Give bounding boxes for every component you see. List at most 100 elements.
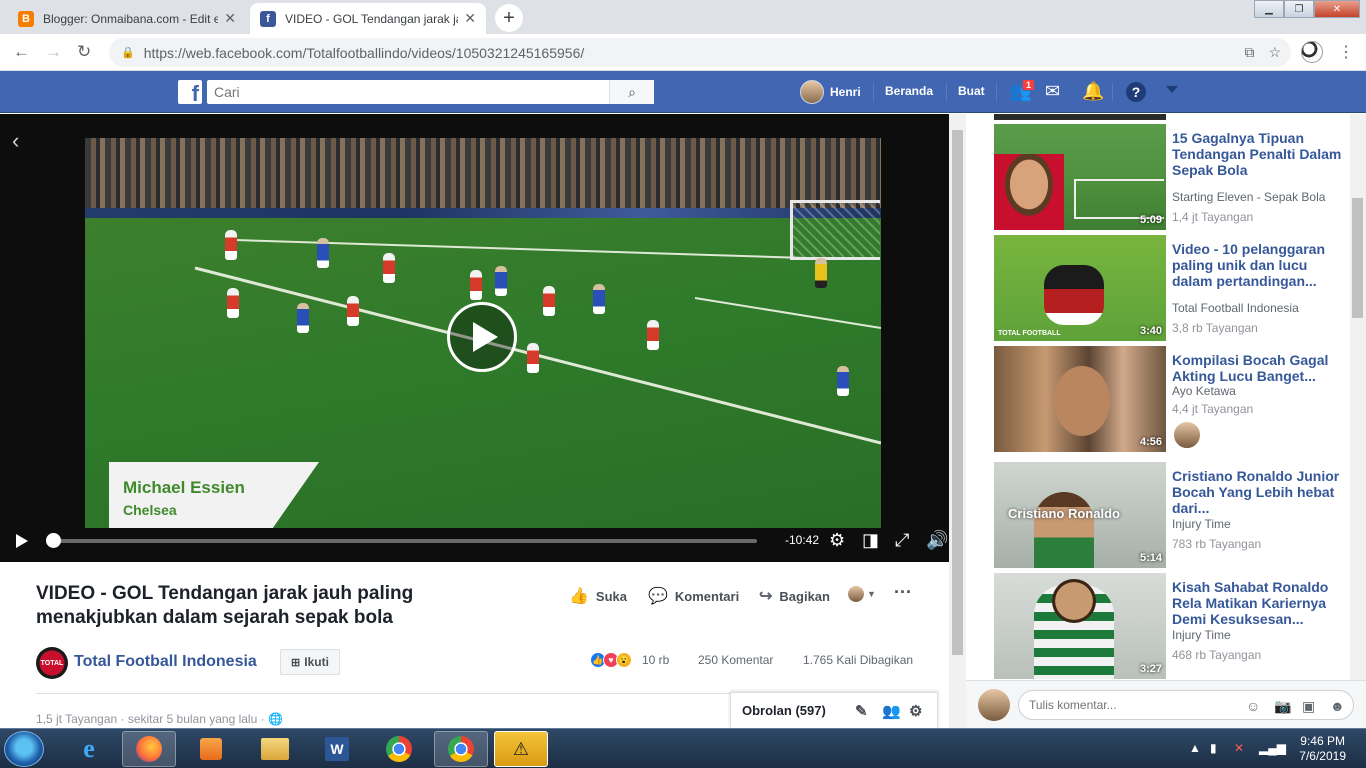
help-icon[interactable]: ? xyxy=(1126,82,1146,102)
create-link[interactable]: Buat xyxy=(958,84,985,98)
system-clock[interactable]: 9:46 PM 7/6/2019 xyxy=(1299,734,1346,764)
share-button[interactable]: ↪ Bagikan xyxy=(759,586,830,606)
related-video-channel[interactable]: Starting Eleven - Sepak Bola xyxy=(1172,190,1325,204)
progress-track[interactable] xyxy=(46,539,757,543)
chrome-menu-icon[interactable]: ⋮ xyxy=(1338,42,1354,62)
profile-link[interactable]: Henri xyxy=(800,80,861,104)
chat-bar[interactable]: Obrolan (597) ✎ 👥 ⚙ xyxy=(730,692,938,728)
chrome-active-window-icon[interactable] xyxy=(434,731,488,767)
chevron-left-icon[interactable]: ‹ xyxy=(12,128,19,154)
close-icon[interactable]: ✕ xyxy=(464,10,476,27)
settings-gear-icon[interactable]: ⚙ xyxy=(829,530,845,551)
camera-icon[interactable]: 📷 xyxy=(1274,698,1291,715)
related-video-item[interactable]: Cristiano Ronaldo 5:14 Cristiano Ronaldo… xyxy=(994,462,1339,568)
back-arrow-icon[interactable]: ← xyxy=(13,42,30,62)
play-button[interactable] xyxy=(447,302,517,372)
related-video-title[interactable]: Video - 10 pelanggaran paling unik dan l… xyxy=(1172,241,1344,289)
page-avatar[interactable]: TOTAL xyxy=(36,647,68,679)
search-icon[interactable]: ⌕ xyxy=(609,80,654,104)
reactions-count[interactable]: 10 rb xyxy=(642,653,669,667)
firefox-icon[interactable] xyxy=(122,731,176,767)
messenger-icon[interactable]: ✉ xyxy=(1045,81,1060,102)
related-video-channel[interactable]: Injury Time xyxy=(1172,517,1231,531)
video-thumbnail[interactable]: 5:09 xyxy=(994,124,1166,230)
warning-icon[interactable]: ⚠ xyxy=(494,731,548,767)
translate-icon[interactable]: ⧉ xyxy=(1244,44,1254,61)
chat-settings-gear-icon[interactable]: ⚙ xyxy=(909,702,922,720)
show-hidden-icons[interactable]: ▲ xyxy=(1189,741,1201,755)
related-video-title[interactable]: 15 Gagalnya Tipuan Tendangan Penalti Dal… xyxy=(1172,130,1344,178)
related-video-item[interactable]: 5:09 15 Gagalnya Tipuan Tendangan Penalt… xyxy=(994,124,1341,230)
related-video-title[interactable]: Kisah Sahabat Ronaldo Rela Matikan Karie… xyxy=(1172,579,1344,627)
video-player[interactable]: ‹ Michael Essien Chelsea -10:42 ⚙ ◨ ⤢ 🔊 xyxy=(0,114,949,562)
friend-avatar[interactable] xyxy=(1172,420,1202,450)
network-icon[interactable]: ✕ xyxy=(1234,741,1244,755)
start-button[interactable] xyxy=(4,731,44,767)
play-icon xyxy=(472,322,498,352)
home-link[interactable]: Beranda xyxy=(885,84,933,98)
word-icon[interactable]: W xyxy=(310,731,364,767)
comments-count[interactable]: 250 Komentar xyxy=(698,653,773,667)
video-thumbnail[interactable]: TOTAL FOOTBALL 3:40 xyxy=(994,235,1166,341)
reactions-icons[interactable]: 👍 ♥ 😮 xyxy=(590,652,632,668)
follow-button[interactable]: ⊞ Ikuti xyxy=(280,649,340,675)
video-thumbnail[interactable]: Cristiano Ronaldo 5:14 xyxy=(994,462,1166,568)
facebook-logo-icon[interactable]: f xyxy=(178,80,202,105)
close-icon[interactable]: ✕ xyxy=(224,10,236,27)
scrollbar-thumb[interactable] xyxy=(952,130,963,655)
thumbnail-face xyxy=(1054,366,1110,436)
video-thumbnail[interactable]: 3:27 xyxy=(994,573,1166,679)
minimize-button[interactable]: ▁ xyxy=(1254,0,1284,18)
related-video-item[interactable]: TOTAL FOOTBALL 3:40 Video - 10 pelanggar… xyxy=(994,235,1334,341)
related-video-channel[interactable]: Injury Time xyxy=(1172,628,1231,642)
new-message-icon[interactable]: ✎ xyxy=(855,702,868,720)
account-menu-caret-icon[interactable] xyxy=(1166,86,1178,93)
video-thumbnail[interactable]: 4:56 xyxy=(994,346,1166,452)
like-button[interactable]: 👍 Suka xyxy=(569,586,627,606)
related-video-item[interactable]: 3:27 Kisah Sahabat Ronaldo Rela Matikan … xyxy=(994,573,1334,679)
related-video-channel[interactable]: Total Football Indonesia xyxy=(1172,301,1299,315)
reload-icon[interactable]: ↻ xyxy=(77,42,91,62)
related-video-channel[interactable]: Ayo Ketawa xyxy=(1172,384,1236,398)
comment-button[interactable]: 💬 Komentari xyxy=(648,586,739,606)
main-scrollbar[interactable] xyxy=(949,114,966,728)
battery-icon[interactable]: ▮ xyxy=(1210,741,1217,755)
signal-icon[interactable]: ▂▄▆ xyxy=(1259,741,1286,755)
more-options-icon[interactable]: ··· xyxy=(894,582,912,603)
play-icon[interactable] xyxy=(16,534,28,548)
comment-input[interactable] xyxy=(1029,698,1229,712)
comment-box[interactable]: ☺ 📷 ▣ ☻ xyxy=(1018,690,1354,720)
fullscreen-icon[interactable]: ⤢ xyxy=(895,530,909,551)
create-group-icon[interactable]: 👥 xyxy=(882,702,901,720)
notifications-bell-icon[interactable]: 🔔 xyxy=(1082,81,1104,102)
new-tab-button[interactable]: + xyxy=(495,4,523,32)
scrollbar-thumb[interactable] xyxy=(1352,198,1363,318)
emoji-icon[interactable]: ☺ xyxy=(1246,698,1260,714)
related-video-item[interactable]: 4:56 Kompilasi Bocah Gagal Akting Lucu B… xyxy=(994,346,1334,452)
tab-facebook-video[interactable]: f VIDEO - GOL Tendangan jarak ja ✕ xyxy=(250,3,486,34)
picture-in-picture-icon[interactable]: ◨ xyxy=(862,530,879,551)
sticker-icon[interactable]: ☻ xyxy=(1330,698,1345,714)
related-video-title[interactable]: Kompilasi Bocah Gagal Akting Lucu Banget… xyxy=(1172,352,1344,384)
comment-label: Komentari xyxy=(674,588,740,604)
related-video-title[interactable]: Cristiano Ronaldo Junior Bocah Yang Lebi… xyxy=(1172,468,1344,516)
close-window-button[interactable]: ✕ xyxy=(1314,0,1360,18)
page-name-link[interactable]: Total Football Indonesia xyxy=(74,653,257,671)
post-as-selector[interactable]: ▼ xyxy=(848,586,876,602)
forward-arrow-icon[interactable]: → xyxy=(45,42,62,62)
media-player-icon[interactable] xyxy=(184,731,238,767)
gif-icon[interactable]: ▣ xyxy=(1302,698,1315,715)
bookmark-star-icon[interactable]: ☆ xyxy=(1268,44,1281,61)
address-bar[interactable]: 🔒 https://web.facebook.com/Totalfootball… xyxy=(109,38,1291,67)
sidebar-scrollbar[interactable] xyxy=(1350,114,1366,680)
tab-blogger[interactable]: B Blogger: Onmaibana.com - Edit e ✕ xyxy=(8,3,246,34)
chrome-icon[interactable] xyxy=(372,731,426,767)
file-explorer-icon[interactable] xyxy=(248,731,302,767)
maximize-button[interactable]: ❐ xyxy=(1284,0,1314,18)
search-input[interactable] xyxy=(207,80,609,104)
volume-icon[interactable]: 🔊 xyxy=(926,530,948,551)
internet-explorer-icon[interactable]: e xyxy=(62,731,116,767)
profile-avatar[interactable] xyxy=(1301,41,1323,63)
shares-count[interactable]: 1.765 Kali Dibagikan xyxy=(803,653,913,667)
progress-scrubber[interactable] xyxy=(46,533,61,548)
